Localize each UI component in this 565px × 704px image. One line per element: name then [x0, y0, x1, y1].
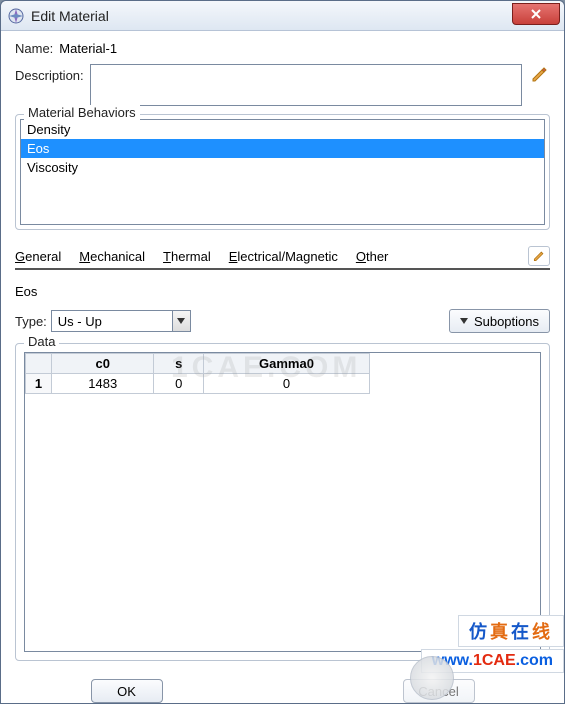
menu-general[interactable]: General: [15, 249, 61, 264]
menu-mechanical[interactable]: Mechanical: [79, 249, 145, 264]
behavior-item-density[interactable]: Density: [21, 120, 544, 139]
cell-gamma0[interactable]: 0: [203, 374, 369, 394]
data-group: Data c0 s Gamma0 1 1483 0 0: [15, 343, 550, 661]
behavior-item-eos[interactable]: Eos: [21, 139, 544, 158]
overlay-bubble-icon: [410, 656, 454, 700]
name-label: Name:: [15, 41, 53, 56]
material-menubar: General Mechanical Thermal Electrical/Ma…: [15, 246, 550, 270]
data-group-label: Data: [24, 334, 59, 349]
close-icon: [530, 8, 542, 20]
type-value: Us - Up: [58, 314, 102, 329]
cell-s[interactable]: 0: [154, 374, 203, 394]
behavior-item-viscosity[interactable]: Viscosity: [21, 158, 544, 177]
data-table[interactable]: c0 s Gamma0 1 1483 0 0: [25, 353, 370, 394]
description-input[interactable]: [90, 64, 522, 106]
menu-thermal[interactable]: Thermal: [163, 249, 211, 264]
chevron-down-icon: [172, 311, 190, 331]
material-behaviors-group: Material Behaviors Density Eos Viscosity: [15, 114, 550, 230]
description-row: Description:: [15, 64, 550, 106]
col-s: s: [154, 354, 203, 374]
suboptions-label: Suboptions: [474, 314, 539, 329]
description-label: Description:: [15, 68, 84, 83]
app-icon: [7, 7, 25, 25]
type-label: Type:: [15, 314, 47, 329]
chevron-down-icon: [460, 318, 468, 324]
menu-other[interactable]: Other: [356, 249, 389, 264]
type-select[interactable]: Us - Up: [51, 310, 191, 332]
col-c0: c0: [52, 354, 154, 374]
close-button[interactable]: [512, 3, 560, 25]
pencil-icon: [530, 66, 548, 84]
table-row[interactable]: 1 1483 0 0: [26, 374, 370, 394]
table-header-row: c0 s Gamma0: [26, 354, 370, 374]
titlebar: Edit Material: [1, 1, 564, 31]
dialog-footer: OK Cancel: [1, 669, 564, 703]
behaviors-group-label: Material Behaviors: [24, 105, 140, 120]
type-row: Type: Us - Up Suboptions: [15, 309, 550, 333]
behaviors-list[interactable]: Density Eos Viscosity: [20, 119, 545, 225]
suboptions-button[interactable]: Suboptions: [449, 309, 550, 333]
dialog-content: Name: Material-1 Description: Material B…: [1, 31, 564, 669]
menu-electrical[interactable]: Electrical/Magnetic: [229, 249, 338, 264]
name-value: Material-1: [59, 41, 117, 56]
edit-menu-button[interactable]: [528, 246, 550, 266]
edit-description-button[interactable]: [528, 64, 550, 86]
col-gamma0: Gamma0: [203, 354, 369, 374]
overlay-banner: 仿真在线: [458, 615, 564, 647]
pencil-icon: [532, 249, 546, 263]
name-row: Name: Material-1: [15, 41, 550, 56]
cell-c0[interactable]: 1483: [52, 374, 154, 394]
ok-button[interactable]: OK: [91, 679, 163, 703]
data-table-container: c0 s Gamma0 1 1483 0 0: [24, 352, 541, 652]
window-title: Edit Material: [31, 8, 109, 24]
section-title: Eos: [15, 284, 550, 299]
edit-material-dialog: Edit Material Name: Material-1 Descripti…: [0, 0, 565, 704]
row-number: 1: [26, 374, 52, 394]
